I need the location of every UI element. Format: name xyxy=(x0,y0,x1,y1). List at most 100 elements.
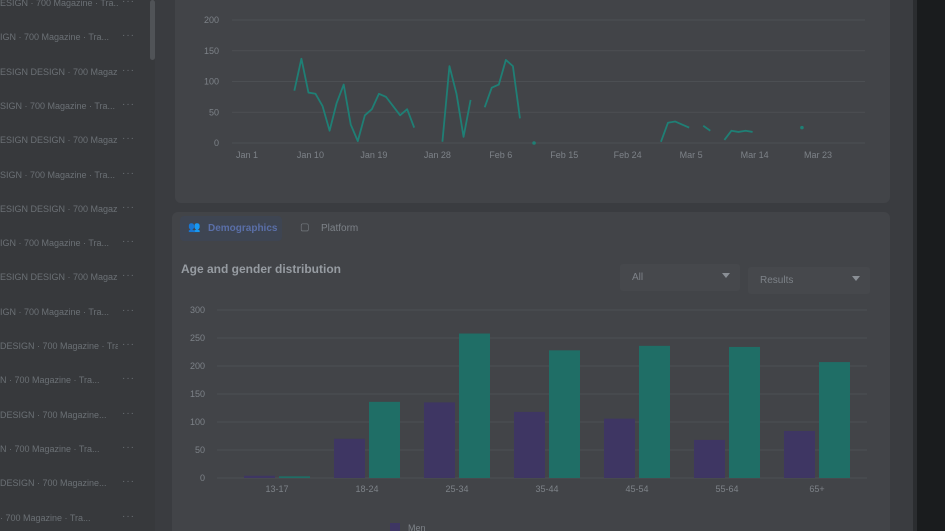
x-tick-label: Jan 10 xyxy=(297,150,324,160)
metric-filter-value: Results xyxy=(760,275,794,286)
y-tick-label: 0 xyxy=(214,138,219,148)
tab-platform[interactable]: ▢ Platform xyxy=(296,216,376,241)
bar-women xyxy=(639,345,670,478)
bar-women xyxy=(279,476,310,478)
bar-women xyxy=(549,350,580,478)
sidebar-item-label: ESIGN · 700 Magazine · Tra... xyxy=(0,0,118,8)
sidebar-item[interactable]: ESIGN DESIGN · 700 Magazin... ··· xyxy=(0,63,150,83)
y-tick-label: 250 xyxy=(190,333,205,343)
x-tick-label: 55-64 xyxy=(715,484,738,494)
y-tick-label: 150 xyxy=(190,389,205,399)
bar-women xyxy=(369,401,400,478)
data-point xyxy=(532,141,536,145)
x-tick-label: 35-44 xyxy=(535,484,558,494)
more-options-icon[interactable]: ··· xyxy=(122,99,135,110)
y-tick-label: 300 xyxy=(190,305,205,315)
more-options-icon[interactable]: ··· xyxy=(122,408,135,419)
sidebar-item[interactable]: SIGN · 700 Magazine · Tra... ··· xyxy=(0,166,150,186)
sidebar-item[interactable]: DESIGN · 700 Magazine · Tra... ··· xyxy=(0,337,150,357)
sidebar-item-label: IGN · 700 Magazine · Tra... xyxy=(0,32,110,43)
y-tick-label: 50 xyxy=(195,445,205,455)
tab-demographics-label: Demographics xyxy=(208,223,278,234)
sidebar-item[interactable]: DESIGN · 700 Magazine... ··· xyxy=(0,474,150,494)
sidebar-item-label: DESIGN · 700 Magazine... xyxy=(0,478,107,489)
y-tick-label: 0 xyxy=(200,473,205,483)
sidebar-item-label: ESIGN DESIGN · 700 Magazine... xyxy=(0,135,118,146)
bar-men xyxy=(514,411,545,478)
monitor-bezel xyxy=(917,0,945,531)
sidebar-item[interactable]: SIGN · 700 Magazine · Tra... ··· xyxy=(0,97,150,117)
sidebar-item-label: DESIGN · 700 Magazine... xyxy=(0,409,107,420)
sidebar-item-label: · 700 Magazine · Tra... xyxy=(0,512,91,523)
legend-swatch-men xyxy=(390,523,400,531)
metric-filter-dropdown[interactable]: Results xyxy=(748,267,870,294)
sidebar-item-label: N · 700 Magazine · Tra... xyxy=(0,375,100,386)
y-tick-label: 100 xyxy=(204,77,219,87)
chevron-down-icon xyxy=(852,276,860,281)
x-tick-label: Mar 5 xyxy=(680,150,703,160)
more-options-icon[interactable]: ··· xyxy=(122,305,135,316)
tab-demographics[interactable]: 👥 Demographics xyxy=(180,216,282,241)
bar-men xyxy=(694,439,725,478)
sidebar-item[interactable]: ESIGN DESIGN · 700 Magazin... ··· xyxy=(0,200,150,220)
audience-filter-dropdown[interactable]: All xyxy=(620,264,740,291)
sidebar-item[interactable]: IGN · 700 Magazine · Tra... ··· xyxy=(0,303,150,323)
bar-men xyxy=(424,402,455,478)
sidebar-item[interactable]: ESIGN DESIGN · 700 Magazin... ··· xyxy=(0,268,150,288)
x-tick-label: Jan 1 xyxy=(236,150,258,160)
bar-men xyxy=(334,438,365,478)
sidebar-item-label: DESIGN · 700 Magazine · Tra... xyxy=(0,341,118,351)
more-options-icon[interactable]: ··· xyxy=(122,373,135,384)
more-options-icon[interactable]: ··· xyxy=(122,30,135,41)
more-options-icon[interactable]: ··· xyxy=(122,0,135,7)
more-options-icon[interactable]: ··· xyxy=(122,511,135,522)
sidebar-scrollbar[interactable] xyxy=(150,0,155,60)
more-options-icon[interactable]: ··· xyxy=(122,236,135,247)
sidebar-item[interactable]: ESIGN DESIGN · 700 Magazine... ··· xyxy=(0,131,150,151)
bar-men xyxy=(784,430,815,478)
x-tick-label: 45-54 xyxy=(625,484,648,494)
more-options-icon[interactable]: ··· xyxy=(122,442,135,453)
sidebar-item-label: IGN · 700 Magazine · Tra... xyxy=(0,238,110,249)
bar-men xyxy=(604,418,635,478)
sidebar-item[interactable]: N · 700 Magazine · Tra... ··· xyxy=(0,371,150,391)
sidebar-item-label: N · 700 Magazine · Tra... xyxy=(0,443,100,454)
devices-icon: ▢ xyxy=(300,222,310,233)
people-icon: 👥 xyxy=(188,222,201,233)
more-options-icon[interactable]: ··· xyxy=(122,202,135,213)
sidebar-item-label: ESIGN DESIGN · 700 Magazin... xyxy=(0,66,118,77)
bar-men xyxy=(244,475,275,478)
sidebar-item[interactable]: DESIGN · 700 Magazine... ··· xyxy=(0,406,150,426)
more-options-icon[interactable]: ··· xyxy=(122,270,135,281)
sidebar-item[interactable]: · 700 Magazine · Tra... ··· xyxy=(0,509,150,529)
bar-women xyxy=(729,346,760,478)
x-tick-label: 13-17 xyxy=(265,484,288,494)
x-tick-label: Jan 28 xyxy=(424,150,451,160)
x-tick-label: Mar 23 xyxy=(804,150,832,160)
more-options-icon[interactable]: ··· xyxy=(122,339,135,350)
more-options-icon[interactable]: ··· xyxy=(122,476,135,487)
series-line xyxy=(660,120,690,143)
y-tick-label: 150 xyxy=(204,46,219,56)
more-options-icon[interactable]: ··· xyxy=(122,65,135,76)
x-tick-label: Mar 14 xyxy=(741,150,769,160)
x-tick-label: Feb 15 xyxy=(550,150,578,160)
x-tick-label: 18-24 xyxy=(355,484,378,494)
section-title: Age and gender distribution xyxy=(181,262,342,276)
daily-results-line-chart: 0 50 100 150 200 Jan 1 Jan 10 Jan 19 Jan 28 Feb 6… xyxy=(204,15,865,160)
sidebar-item[interactable]: N · 700 Magazine · Tra... ··· xyxy=(0,440,150,460)
age-gender-bar-chart: 0 50 100 150 200 250 300 13-17 18-24 25-34 35-44 45… xyxy=(190,305,867,494)
bar-women xyxy=(819,362,850,478)
more-options-icon[interactable]: ··· xyxy=(122,168,135,179)
more-options-icon[interactable]: ··· xyxy=(122,133,135,144)
sidebar-item[interactable]: IGN · 700 Magazine · Tra... ··· xyxy=(0,28,150,48)
sidebar-item-label: ESIGN DESIGN · 700 Magazin... xyxy=(0,272,118,283)
x-tick-label: 25-34 xyxy=(445,484,468,494)
series-line xyxy=(293,57,416,143)
sidebar-item[interactable]: IGN · 700 Magazine · Tra... ··· xyxy=(0,234,150,254)
sidebar-item[interactable]: ESIGN · 700 Magazine · Tra... ··· xyxy=(0,0,150,14)
tab-platform-label: Platform xyxy=(321,223,359,234)
dashboard-screen: ESIGN · 700 Magazine · Tra... ··· IGN · 70… xyxy=(0,0,945,531)
sidebar-item-label: IGN · 700 Magazine · Tra... xyxy=(0,306,110,317)
sidebar-item-label: ESIGN DESIGN · 700 Magazin... xyxy=(0,203,118,214)
